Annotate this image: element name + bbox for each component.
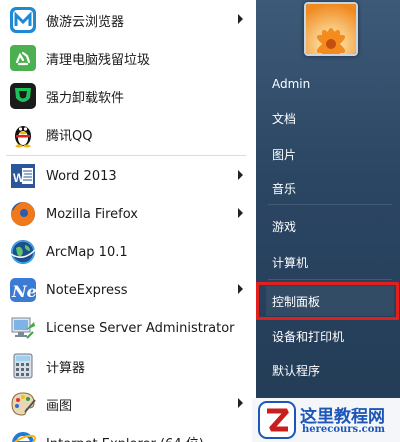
- program-label: ArcMap 10.1: [46, 244, 128, 260]
- separator: [6, 155, 246, 156]
- submenu-arrow-icon: [238, 208, 243, 218]
- program-label: License Server Administrator: [46, 320, 235, 336]
- program-internet-explorer[interactable]: Internet Explorer (64 位): [5, 423, 249, 442]
- separator: [268, 279, 392, 280]
- svg-text:Ne: Ne: [11, 282, 37, 301]
- program-maxthon[interactable]: 傲游云浏览器: [5, 1, 249, 39]
- places-devices-printers[interactable]: 设备和打印机: [266, 321, 394, 351]
- places-user[interactable]: Admin: [266, 69, 394, 99]
- uninstaller-icon: [7, 80, 39, 112]
- places-documents[interactable]: 文档: [266, 103, 394, 133]
- program-noteexpress[interactable]: Ne NoteExpress: [5, 271, 249, 309]
- internet-explorer-icon: [7, 426, 39, 442]
- license-server-icon: [7, 312, 39, 344]
- program-uninstaller[interactable]: 强力卸载软件: [5, 77, 249, 115]
- noteexpress-icon: Ne: [7, 274, 39, 306]
- program-cleaner[interactable]: 清理电脑残留垃圾: [5, 39, 249, 77]
- qq-penguin-icon: [7, 118, 39, 150]
- arcmap-globe-icon: [7, 236, 39, 268]
- program-label: 强力卸载软件: [46, 90, 125, 106]
- calculator-icon: [7, 350, 39, 382]
- submenu-arrow-icon: [238, 170, 243, 180]
- program-label: 计算器: [46, 360, 86, 376]
- program-label: 画图: [46, 398, 73, 414]
- program-label: Mozilla Firefox: [46, 206, 138, 222]
- program-label: NoteExpress: [46, 282, 128, 298]
- maxthon-icon: [7, 4, 39, 36]
- recycle-icon: [7, 42, 39, 74]
- submenu-arrow-icon: [238, 284, 243, 294]
- watermark: 这里教程网 herecours.com: [252, 398, 400, 442]
- program-label: 傲游云浏览器: [46, 14, 125, 30]
- program-license-server[interactable]: License Server Administrator: [5, 309, 249, 347]
- program-paint[interactable]: 画图: [5, 385, 249, 423]
- paint-palette-icon: [7, 388, 39, 420]
- submenu-arrow-icon: [238, 398, 243, 408]
- program-label: 腾讯QQ: [46, 128, 93, 144]
- places-music[interactable]: 音乐: [266, 173, 394, 203]
- places-pane: Admin 文档 图片 音乐 游戏 计算机 控制面板 设备和打印机 默认程序: [256, 0, 400, 442]
- start-menu: 傲游云浏览器 清理电脑残留垃圾 强力卸载软件 腾讯QQ W Word 2013 …: [0, 0, 400, 442]
- program-qq[interactable]: 腾讯QQ: [5, 115, 249, 153]
- word-icon: W: [7, 160, 39, 192]
- firefox-icon: [7, 198, 39, 230]
- user-avatar[interactable]: [304, 2, 358, 56]
- program-label: Word 2013: [46, 168, 117, 184]
- submenu-arrow-icon: [238, 14, 243, 24]
- programs-pane: 傲游云浏览器 清理电脑残留垃圾 强力卸载软件 腾讯QQ W Word 2013 …: [0, 0, 257, 442]
- program-label: 清理电脑残留垃圾: [46, 52, 151, 68]
- watermark-logo-icon: [258, 401, 296, 439]
- program-label: Internet Explorer (64 位): [46, 433, 204, 442]
- program-calculator[interactable]: 计算器: [5, 347, 249, 385]
- program-arcmap[interactable]: ArcMap 10.1: [5, 233, 249, 271]
- watermark-url: herecours.com: [302, 424, 386, 435]
- separator: [268, 204, 392, 205]
- program-firefox[interactable]: Mozilla Firefox: [5, 195, 249, 233]
- places-default-programs[interactable]: 默认程序: [266, 355, 394, 385]
- places-games[interactable]: 游戏: [266, 211, 394, 241]
- svg-text:W: W: [13, 171, 25, 185]
- places-pictures[interactable]: 图片: [266, 139, 394, 169]
- program-word[interactable]: W Word 2013: [5, 157, 249, 195]
- control-panel-highlight-box: [256, 282, 399, 320]
- places-computer[interactable]: 计算机: [266, 247, 394, 277]
